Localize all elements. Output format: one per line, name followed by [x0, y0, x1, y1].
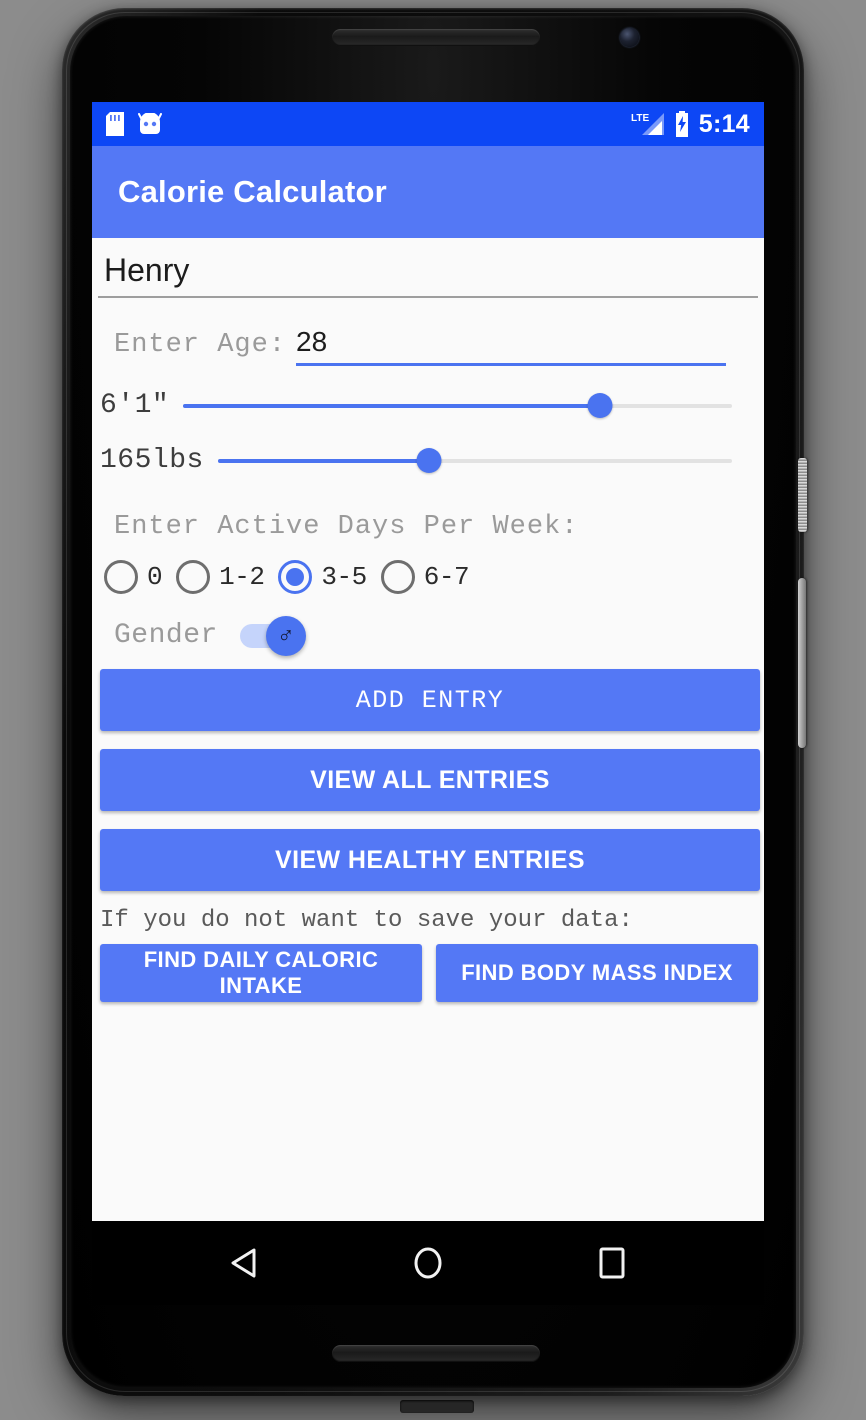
weight-slider-thumb[interactable]	[416, 448, 442, 473]
bottom-speaker-icon	[332, 1345, 540, 1362]
add-entry-button-label: ADD ENTRY	[355, 685, 505, 715]
age-row: Enter Age: 28	[98, 326, 758, 366]
active-days-option-3-5[interactable]: 3-5	[278, 560, 367, 594]
active-days-option-label: 1-2	[219, 562, 265, 592]
add-entry-button[interactable]: ADD ENTRY	[100, 669, 760, 731]
page-title: Calorie Calculator	[118, 174, 387, 209]
active-days-label: Enter Active Days Per Week:	[114, 512, 579, 542]
status-bar-left-icons	[106, 112, 162, 136]
active-days-option-0[interactable]: 0	[104, 560, 163, 594]
status-bar-right-icons: LTE 5:14	[631, 111, 750, 137]
height-slider-thumb[interactable]	[587, 393, 613, 418]
active-days-option-1-2[interactable]: 1-2	[176, 560, 265, 594]
active-days-radio-group: 0 1-2 3-5 6-7	[98, 560, 758, 594]
name-input[interactable]: Henry	[98, 250, 758, 298]
weight-value-label: 165lbs	[100, 445, 204, 476]
active-days-option-label: 6-7	[423, 562, 470, 592]
radio-circle-icon[interactable]	[380, 560, 415, 594]
android-debug-icon	[138, 113, 162, 134]
height-value-label: 6'1"	[100, 390, 170, 421]
nav-back-button[interactable]	[204, 1233, 284, 1293]
main-content: Henry Enter Age: 28 6'1" 165lbs Enter Ac…	[92, 250, 764, 1221]
view-healthy-entries-button-label: VIEW HEALTHY ENTRIES	[275, 845, 585, 874]
find-body-mass-index-button-label: FIND BODY MASS INDEX	[461, 960, 733, 985]
view-all-entries-button-label: VIEW ALL ENTRIES	[310, 765, 550, 794]
weight-slider-fill	[217, 458, 429, 463]
find-body-mass-index-button[interactable]: FIND BODY MASS INDEX	[436, 944, 758, 1002]
radio-circle-icon[interactable]	[176, 560, 211, 594]
footer-note: If you do not want to save your data:	[100, 907, 633, 934]
male-symbol-icon: ♂	[277, 622, 295, 648]
height-slider-row: 6'1"	[98, 390, 758, 421]
view-healthy-entries-button[interactable]: VIEW HEALTHY ENTRIES	[100, 829, 760, 891]
battery-charging-icon	[675, 111, 688, 137]
find-daily-caloric-intake-button[interactable]: FIND DAILY CALORIC INTAKE	[100, 944, 422, 1002]
recents-square-icon	[599, 1247, 625, 1279]
lte-signal-icon: LTE	[631, 113, 664, 135]
svg-text:LTE: LTE	[631, 113, 649, 124]
status-bar: LTE 5:14	[92, 102, 764, 146]
name-input-value: Henry	[104, 252, 190, 288]
age-input-value: 28	[296, 326, 328, 357]
nav-recents-button[interactable]	[572, 1233, 652, 1293]
weight-slider[interactable]	[217, 448, 732, 474]
find-daily-caloric-intake-button-label: FIND DAILY CALORIC INTAKE	[143, 947, 379, 998]
nav-home-button[interactable]	[388, 1233, 468, 1293]
volume-rocker-button[interactable]	[798, 578, 806, 748]
front-camera-icon	[620, 28, 639, 47]
radio-circle-icon[interactable]	[104, 560, 138, 594]
height-slider-fill	[183, 403, 601, 408]
earpiece-speaker-icon	[332, 29, 540, 46]
radio-selected-dot-icon	[286, 568, 305, 586]
view-all-entries-button[interactable]: VIEW ALL ENTRIES	[100, 749, 760, 811]
height-slider[interactable]	[183, 393, 732, 419]
power-button[interactable]	[798, 458, 807, 532]
app-bar: Calorie Calculator	[92, 146, 764, 238]
active-days-option-label: 0	[147, 562, 163, 592]
gender-row: Gender ♂	[98, 615, 758, 656]
usb-port-icon	[400, 1400, 474, 1413]
home-circle-icon	[414, 1247, 442, 1279]
gender-label: Gender	[114, 620, 218, 651]
active-days-option-label: 3-5	[321, 562, 367, 592]
footer-button-row: FIND DAILY CALORIC INTAKE FIND BODY MASS…	[98, 944, 758, 1002]
weight-slider-row: 165lbs	[98, 445, 758, 476]
age-label: Enter Age:	[114, 330, 287, 360]
age-input[interactable]: 28	[296, 326, 727, 366]
phone-screen: LTE 5:14 Calorie Calculator Henry Enter …	[92, 102, 764, 1221]
gender-toggle[interactable]: ♂	[239, 615, 306, 656]
sd-card-icon	[106, 112, 124, 136]
android-nav-bar	[92, 1221, 764, 1305]
active-days-option-6-7[interactable]: 6-7	[380, 560, 470, 594]
back-triangle-icon	[231, 1248, 256, 1278]
gender-toggle-thumb[interactable]: ♂	[265, 615, 306, 656]
radio-circle-icon[interactable]	[278, 560, 313, 594]
status-bar-clock: 5:14	[698, 109, 750, 138]
